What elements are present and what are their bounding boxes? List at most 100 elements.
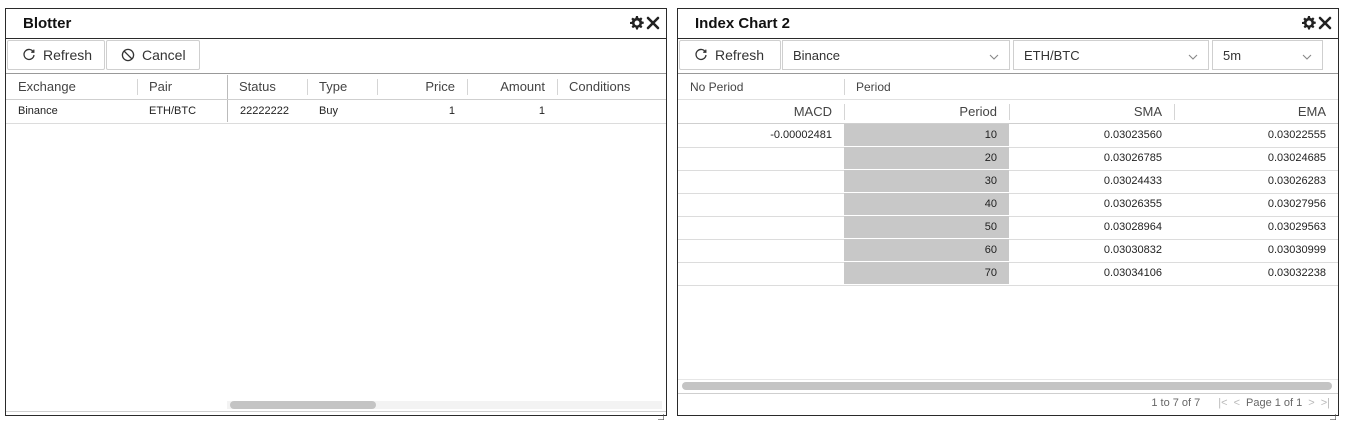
refresh-label: Refresh — [43, 47, 93, 63]
cell-sma: 0.03030832 — [1103, 244, 1162, 256]
table-row[interactable]: 40 0.03026355 0.03027956 — [678, 193, 1338, 217]
cell-exchange: Binance — [18, 105, 58, 117]
window-controls — [1302, 15, 1332, 31]
cell-ema: 0.03024685 — [1267, 152, 1326, 164]
column-header-type[interactable]: Type — [307, 75, 377, 99]
cell-macd — [678, 147, 844, 169]
cell-sma: 0.03026785 — [1103, 152, 1162, 164]
cell-macd — [678, 216, 844, 238]
cell-type: Buy — [319, 105, 338, 117]
cell-macd — [678, 170, 844, 192]
cell-macd — [678, 262, 844, 284]
exchange-select-value: Binance — [793, 47, 840, 63]
last-page-icon[interactable]: >| — [1321, 397, 1330, 409]
refresh-icon — [22, 48, 36, 62]
table-row[interactable]: 30 0.03024433 0.03026283 — [678, 170, 1338, 194]
resize-grip-icon[interactable] — [658, 407, 665, 421]
cell-sma: 0.03028964 — [1103, 221, 1162, 233]
column-header-ema[interactable]: EMA — [1174, 100, 1338, 123]
interval-select[interactable]: 5m — [1212, 40, 1323, 70]
panel-title: Blotter — [23, 15, 72, 32]
cell-ema: 0.03027956 — [1267, 198, 1326, 210]
first-page-icon[interactable]: |< — [1218, 397, 1227, 409]
close-icon[interactable] — [1318, 16, 1332, 30]
cell-period: 60 — [844, 239, 1009, 261]
page-indicator: Page 1 of 1 — [1246, 397, 1303, 409]
table-row[interactable]: 60 0.03030832 0.03030999 — [678, 239, 1338, 263]
cell-macd: -0.00002481 — [770, 129, 832, 141]
chevron-down-icon — [1302, 50, 1312, 60]
column-header-pair[interactable]: Pair — [137, 75, 227, 99]
cell-sma: 0.03026355 — [1103, 198, 1162, 210]
cell-sma: 0.03024433 — [1103, 175, 1162, 187]
horizontal-scrollbar[interactable] — [682, 382, 1332, 390]
cell-period: 70 — [844, 262, 1009, 284]
chart-group-header: No Period Period — [678, 75, 1338, 100]
column-header-exchange[interactable]: Exchange — [6, 75, 137, 99]
close-icon[interactable] — [646, 16, 660, 30]
pair-select-value: ETH/BTC — [1024, 47, 1080, 63]
next-page-icon[interactable]: > — [1308, 397, 1314, 409]
group-header-period: Period — [856, 80, 891, 94]
cell-ema: 0.03029563 — [1267, 221, 1326, 233]
cell-amount: 1 — [538, 105, 545, 117]
index-chart-panel: Index Chart 2 Refresh Binance ETH/BTC 5m… — [677, 8, 1339, 421]
cell-price: 1 — [448, 105, 455, 117]
scrollbar-thumb[interactable] — [230, 401, 376, 409]
panel-title: Index Chart 2 — [695, 15, 791, 32]
chevron-down-icon — [989, 50, 999, 60]
exchange-select[interactable]: Binance — [782, 40, 1010, 70]
table-row[interactable]: -0.00002481 10 0.03023560 0.03022555 — [678, 124, 1338, 148]
table-row[interactable]: Binance ETH/BTC 22222222 Buy 1 1 — [6, 100, 666, 124]
refresh-icon — [694, 48, 708, 62]
cancel-label: Cancel — [142, 47, 186, 63]
cell-pair: ETH/BTC — [149, 105, 197, 117]
interval-select-value: 5m — [1223, 47, 1242, 63]
prev-page-icon[interactable]: < — [1234, 397, 1240, 409]
chart-titlebar: Index Chart 2 — [678, 9, 1338, 39]
table-row[interactable]: 50 0.03028964 0.03029563 — [678, 216, 1338, 240]
pagination: 1 to 7 of 7 |< < Page 1 of 1 > >| — [1151, 397, 1330, 409]
cell-period: 40 — [844, 193, 1009, 215]
cell-sma: 0.03023560 — [1103, 129, 1162, 141]
column-header-amount[interactable]: Amount — [467, 75, 557, 99]
chevron-down-icon — [1188, 50, 1198, 60]
table-row[interactable]: 70 0.03034106 0.03032238 — [678, 262, 1338, 286]
refresh-label: Refresh — [715, 47, 765, 63]
window-controls — [630, 15, 660, 31]
column-header-price[interactable]: Price — [377, 75, 467, 99]
cell-macd — [678, 239, 844, 261]
refresh-button[interactable]: Refresh — [7, 40, 105, 70]
cell-status: 22222222 — [227, 100, 307, 122]
chart-grid-header: MACD Period SMA EMA — [678, 100, 1338, 124]
scrollbar-thumb[interactable] — [682, 382, 1332, 390]
blotter-grid-header: Exchange Pair Status Type Price Amount C… — [6, 75, 666, 100]
resize-grip-icon[interactable] — [1330, 407, 1337, 421]
horizontal-scrollbar[interactable] — [227, 401, 662, 409]
blotter-titlebar: Blotter — [6, 9, 666, 39]
column-header-conditions[interactable]: Conditions — [557, 75, 667, 99]
row-count-summary: 1 to 7 of 7 — [1151, 397, 1201, 409]
cancel-button[interactable]: Cancel — [106, 40, 200, 70]
blotter-panel: Blotter Refresh Cancel Exchange Pair Sta… — [5, 8, 667, 421]
gear-icon[interactable] — [1302, 16, 1316, 30]
cell-ema: 0.03026283 — [1267, 175, 1326, 187]
gear-icon[interactable] — [630, 16, 644, 30]
refresh-button[interactable]: Refresh — [679, 40, 781, 70]
column-header-sma[interactable]: SMA — [1009, 100, 1174, 123]
column-header-macd[interactable]: MACD — [678, 100, 844, 123]
group-header-no-period: No Period — [690, 80, 744, 94]
cell-period: 50 — [844, 216, 1009, 238]
pair-select[interactable]: ETH/BTC — [1013, 40, 1209, 70]
cell-ema: 0.03032238 — [1267, 267, 1326, 279]
cell-period: 10 — [844, 124, 1009, 146]
blotter-toolbar: Refresh Cancel — [6, 39, 666, 74]
table-row[interactable]: 20 0.03026785 0.03024685 — [678, 147, 1338, 171]
cell-period: 20 — [844, 147, 1009, 169]
cell-sma: 0.03034106 — [1103, 267, 1162, 279]
column-header-period[interactable]: Period — [844, 100, 1009, 123]
cell-macd — [678, 193, 844, 215]
cancel-icon — [121, 48, 135, 62]
chart-toolbar: Refresh Binance ETH/BTC 5m — [678, 39, 1338, 74]
column-header-status[interactable]: Status — [227, 75, 307, 99]
